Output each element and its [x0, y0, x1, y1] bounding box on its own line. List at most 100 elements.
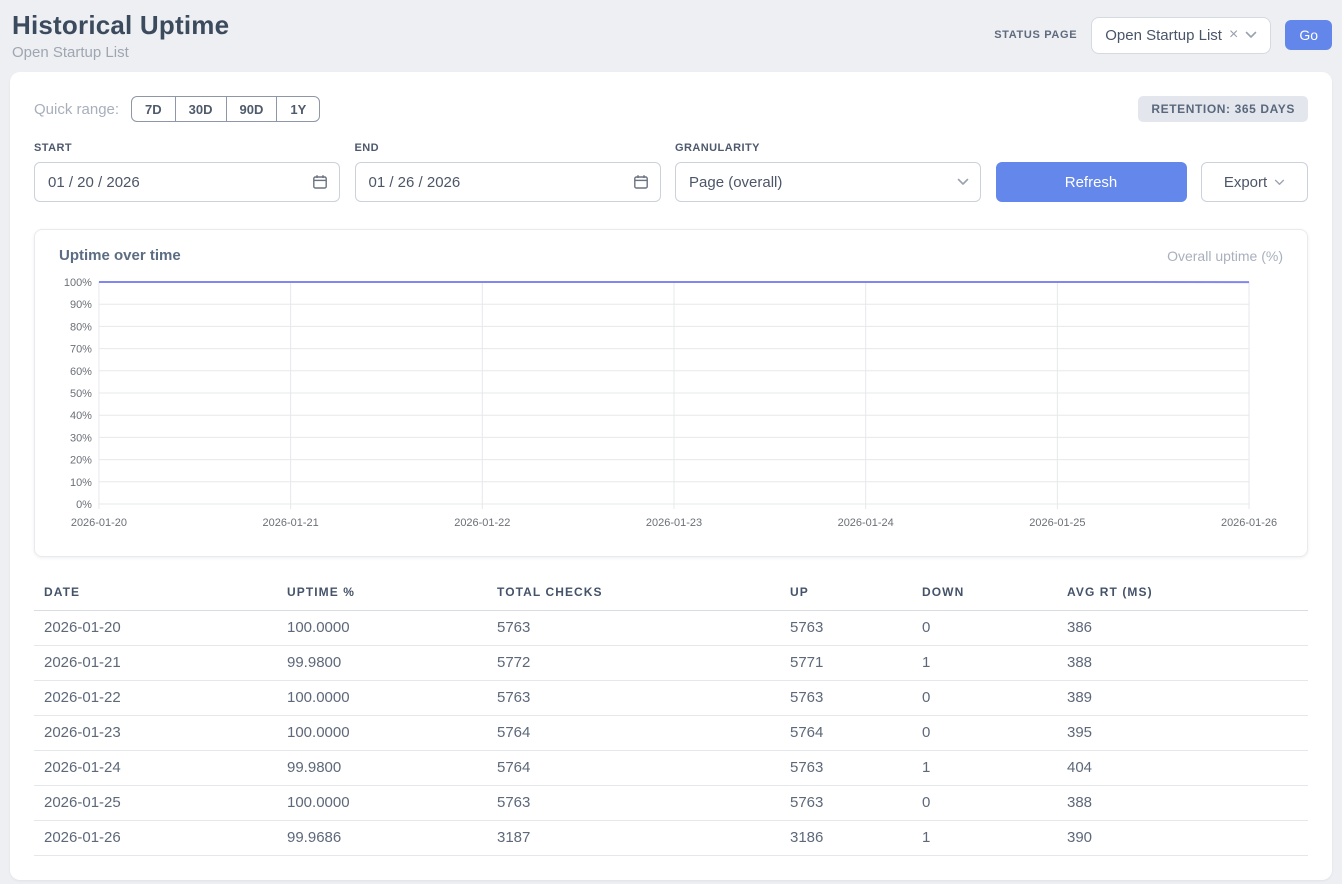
quick-range-1y-button[interactable]: 1Y: [276, 96, 320, 122]
quick-range-7d-button[interactable]: 7D: [131, 96, 176, 122]
table-cell: 100.0000: [287, 716, 497, 751]
chevron-down-icon: [1274, 179, 1285, 186]
start-date-field-group: START: [34, 142, 340, 202]
table-cell: 0: [922, 786, 1067, 821]
quick-range-group: 7D30D90D1Y: [131, 96, 320, 122]
svg-text:2026-01-20: 2026-01-20: [71, 517, 127, 529]
table-cell: 404: [1067, 751, 1308, 786]
status-page-select[interactable]: Open Startup List ×: [1091, 17, 1271, 54]
table-cell: 3187: [497, 821, 790, 856]
table-cell: 2026-01-20: [34, 611, 287, 646]
page-header: Historical Uptime Open Startup List STAT…: [0, 0, 1342, 72]
table-cell: 5772: [497, 646, 790, 681]
table-cell: 100.0000: [287, 611, 497, 646]
table-row: 2026-01-23100.0000576457640395: [34, 716, 1308, 751]
table-cell: 2026-01-23: [34, 716, 287, 751]
table-cell: 5764: [497, 716, 790, 751]
chart-title: Uptime over time: [59, 247, 181, 264]
calendar-icon[interactable]: [633, 174, 649, 190]
uptime-table: DATEUPTIME %TOTAL CHECKSUPDOWNAVG RT (MS…: [34, 579, 1308, 856]
table-cell: 2026-01-21: [34, 646, 287, 681]
header-controls: STATUS PAGE Open Startup List × Go: [994, 17, 1332, 54]
end-date-field-group: END: [355, 142, 661, 202]
quick-range-90d-button[interactable]: 90D: [226, 96, 278, 122]
table-row: 2026-01-22100.0000576357630389: [34, 681, 1308, 716]
table-cell: 395: [1067, 716, 1308, 751]
svg-text:2026-01-26: 2026-01-26: [1221, 517, 1277, 529]
table-row: 2026-01-2199.9800577257711388: [34, 646, 1308, 681]
svg-text:2026-01-24: 2026-01-24: [838, 517, 894, 529]
svg-text:2026-01-25: 2026-01-25: [1029, 517, 1085, 529]
table-cell: 2026-01-25: [34, 786, 287, 821]
table-cell: 5771: [790, 646, 922, 681]
table-cell: 389: [1067, 681, 1308, 716]
table-cell: 5763: [497, 611, 790, 646]
export-button[interactable]: Export: [1201, 162, 1308, 202]
table-header-cell: TOTAL CHECKS: [497, 579, 790, 611]
table-cell: 388: [1067, 646, 1308, 681]
table-header-row: DATEUPTIME %TOTAL CHECKSUPDOWNAVG RT (MS…: [34, 579, 1308, 611]
table-cell: 388: [1067, 786, 1308, 821]
table-cell: 0: [922, 716, 1067, 751]
go-button[interactable]: Go: [1285, 20, 1332, 50]
chevron-down-icon: [1245, 31, 1257, 39]
quick-range-row: Quick range: 7D30D90D1Y RETENTION: 365 D…: [34, 96, 1308, 122]
table-cell: 3186: [790, 821, 922, 856]
table-cell: 99.9686: [287, 821, 497, 856]
end-date-input[interactable]: [355, 162, 661, 202]
uptime-chart-card: Uptime over time Overall uptime (%) 0% 10…: [34, 229, 1308, 557]
svg-text:10%: 10%: [70, 477, 92, 489]
table-cell: 2026-01-26: [34, 821, 287, 856]
table-cell: 1: [922, 821, 1067, 856]
svg-text:60%: 60%: [70, 366, 92, 378]
table-header-cell: AVG RT (MS): [1067, 579, 1308, 611]
table-cell: 5763: [497, 681, 790, 716]
quick-range-30d-button[interactable]: 30D: [175, 96, 227, 122]
svg-text:40%: 40%: [70, 410, 92, 422]
svg-text:20%: 20%: [70, 455, 92, 467]
refresh-button[interactable]: Refresh: [996, 162, 1187, 202]
table-cell: 5763: [790, 611, 922, 646]
chart-legend: Overall uptime (%): [1167, 248, 1283, 264]
svg-text:70%: 70%: [70, 344, 92, 356]
table-cell: 1: [922, 646, 1067, 681]
svg-text:50%: 50%: [70, 388, 92, 400]
granularity-select[interactable]: Page (overall): [675, 162, 981, 202]
table-cell: 5764: [790, 716, 922, 751]
table-cell: 5763: [790, 751, 922, 786]
end-date-label: END: [355, 142, 661, 154]
table-row: 2026-01-20100.0000576357630386: [34, 611, 1308, 646]
table-header-cell: UP: [790, 579, 922, 611]
svg-text:2026-01-21: 2026-01-21: [263, 517, 319, 529]
table-cell: 386: [1067, 611, 1308, 646]
granularity-selected-value: Page (overall): [689, 174, 782, 191]
export-button-label: Export: [1224, 174, 1267, 191]
status-page-selected-value: Open Startup List: [1105, 27, 1222, 44]
table-cell: 0: [922, 681, 1067, 716]
uptime-chart: 0%10%20%30%40%50%60%70%80%90%100%2026-01…: [59, 272, 1283, 544]
start-date-label: START: [34, 142, 340, 154]
calendar-icon[interactable]: [312, 174, 328, 190]
table-header-cell: UPTIME %: [287, 579, 497, 611]
table-cell: 5763: [790, 786, 922, 821]
table-header-cell: DATE: [34, 579, 287, 611]
granularity-field-group: GRANULARITY Page (overall): [675, 142, 981, 202]
retention-badge: RETENTION: 365 DAYS: [1138, 96, 1308, 122]
table-row: 2026-01-2699.9686318731861390: [34, 821, 1308, 856]
main-panel: Quick range: 7D30D90D1Y RETENTION: 365 D…: [10, 72, 1332, 880]
table-cell: 5763: [497, 786, 790, 821]
quick-range-label: Quick range:: [34, 101, 119, 118]
table-header-cell: DOWN: [922, 579, 1067, 611]
table-row: 2026-01-25100.0000576357630388: [34, 786, 1308, 821]
page-subtitle: Open Startup List: [12, 44, 229, 61]
start-date-input[interactable]: [34, 162, 340, 202]
status-page-label: STATUS PAGE: [994, 29, 1077, 41]
clear-selection-icon[interactable]: ×: [1229, 27, 1238, 43]
svg-text:0%: 0%: [76, 499, 92, 511]
table-body: 2026-01-20100.00005763576303862026-01-21…: [34, 611, 1308, 856]
svg-text:90%: 90%: [70, 299, 92, 311]
filter-fields-row: START END GRANULARITY Page (overall): [34, 142, 1308, 202]
table-cell: 2026-01-24: [34, 751, 287, 786]
granularity-label: GRANULARITY: [675, 142, 981, 154]
svg-text:80%: 80%: [70, 321, 92, 333]
